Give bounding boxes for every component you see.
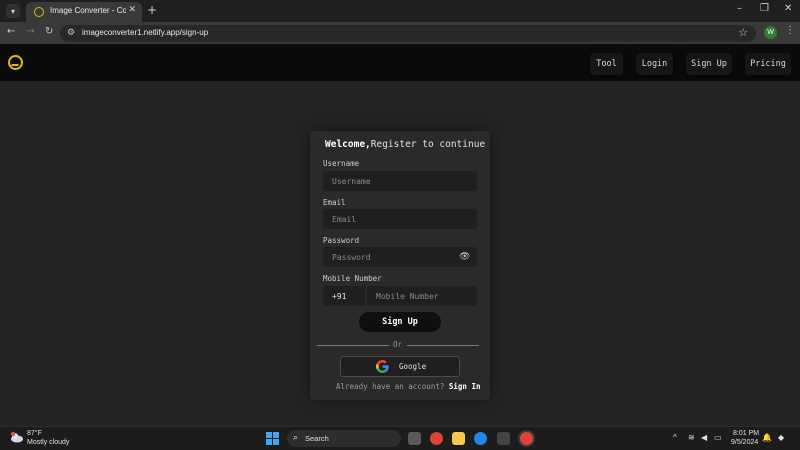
divider-left [317, 345, 389, 346]
browser-menu-icon[interactable]: ⋮ [785, 25, 795, 36]
battery-icon[interactable]: ▭ [714, 433, 722, 442]
chrome-active-icon[interactable] [520, 432, 533, 445]
nav-signup-link[interactable]: Sign Up [686, 53, 732, 75]
site-info-icon[interactable]: ⚙ [67, 28, 75, 38]
username-label: Username [323, 159, 360, 168]
forward-icon[interactable]: → [26, 26, 34, 37]
cloud-icon[interactable] [10, 431, 24, 443]
mobile-label: Mobile Number [323, 274, 382, 283]
windows-start-icon[interactable] [266, 432, 279, 445]
nav-pricing-link[interactable]: Pricing [745, 53, 791, 75]
bookmark-star-icon[interactable]: ☆ [738, 26, 748, 39]
new-tab-button[interactable]: + [147, 3, 157, 17]
welcome-heading: Welcome,Register to continue [325, 139, 485, 150]
eye-icon[interactable]: 👁 [459, 252, 470, 262]
tab-title: Image Converter - Convert Ima [50, 6, 126, 15]
edge-icon[interactable] [474, 432, 487, 445]
back-icon[interactable]: ← [7, 26, 15, 37]
divider-right [407, 345, 479, 346]
google-icon [376, 360, 389, 373]
volume-icon[interactable]: ◀ [701, 433, 707, 442]
address-bar[interactable]: ⚙ imageconverter1.netlify.app/sign-up ☆ [60, 25, 756, 42]
terminal-icon[interactable] [497, 432, 510, 445]
password-input[interactable] [323, 247, 477, 267]
tab-favicon-icon [34, 7, 44, 17]
country-code[interactable]: +91 [323, 286, 365, 306]
mobile-input[interactable] [367, 286, 477, 306]
browser-tab[interactable]: Image Converter - Convert Ima ✕ [26, 2, 142, 22]
weather-description[interactable]: Mostly cloudy [27, 439, 69, 446]
taskbar-search[interactable]: ⌕ Search [287, 430, 401, 447]
wifi-icon[interactable]: ≋ [688, 433, 695, 442]
already-account-text: Already have an account? Sign In [336, 382, 481, 391]
extension-icon[interactable]: W [764, 26, 777, 39]
task-view-icon[interactable] [408, 432, 421, 445]
tab-close-icon[interactable]: ✕ [128, 5, 136, 15]
nav-tool-link[interactable]: Tool [590, 53, 623, 75]
signup-card: Welcome,Register to continue Username Em… [310, 131, 490, 400]
search-label: Search [305, 434, 329, 443]
restore-button[interactable]: ❐ [760, 3, 769, 14]
search-icon: ⌕ [293, 432, 299, 442]
notification-bell-icon[interactable]: 🔔 [762, 433, 772, 442]
welcome-bold: Welcome, [325, 139, 371, 150]
tab-search-icon[interactable]: ▾ [6, 4, 20, 18]
weather-temperature[interactable]: 87°F [27, 430, 42, 437]
password-label: Password [323, 236, 360, 245]
email-input[interactable] [323, 209, 477, 229]
clock-time[interactable]: 8:01 PM [733, 430, 759, 437]
signin-link[interactable]: Sign In [449, 382, 481, 391]
app-logo-icon[interactable] [8, 55, 23, 70]
windows-taskbar: 87°F Mostly cloudy ⌕ Search ^ ≋ ◀ ▭ 8:01… [0, 426, 800, 450]
clock-date[interactable]: 9/5/2024 [731, 439, 758, 446]
close-window-button[interactable]: ✕ [784, 3, 792, 14]
file-explorer-icon[interactable] [452, 432, 465, 445]
google-signin-button[interactable]: Google [340, 356, 460, 377]
browser-tab-bar: ▾ Image Converter - Convert Ima ✕ + – ❐ … [0, 0, 800, 22]
google-button-label: Google [399, 362, 427, 371]
or-text: Or [393, 340, 403, 349]
chrome-icon[interactable] [430, 432, 443, 445]
site-navbar: Tool Login Sign Up Pricing [0, 44, 800, 81]
minimize-button[interactable]: – [737, 3, 742, 14]
email-label: Email [323, 198, 346, 207]
copilot-icon[interactable]: ◆ [778, 433, 784, 442]
browser-toolbar: ← → ↻ ⚙ imageconverter1.netlify.app/sign… [0, 22, 800, 44]
url-text[interactable]: imageconverter1.netlify.app/sign-up [82, 28, 208, 37]
signup-button[interactable]: Sign Up [359, 312, 441, 332]
username-input[interactable] [323, 171, 477, 191]
reload-icon[interactable]: ↻ [45, 26, 53, 37]
show-hidden-icons-icon[interactable]: ^ [673, 433, 677, 442]
already-text: Already have an account? [336, 382, 445, 391]
nav-login-link[interactable]: Login [636, 53, 673, 75]
welcome-subtitle: Register to continue [370, 139, 486, 150]
